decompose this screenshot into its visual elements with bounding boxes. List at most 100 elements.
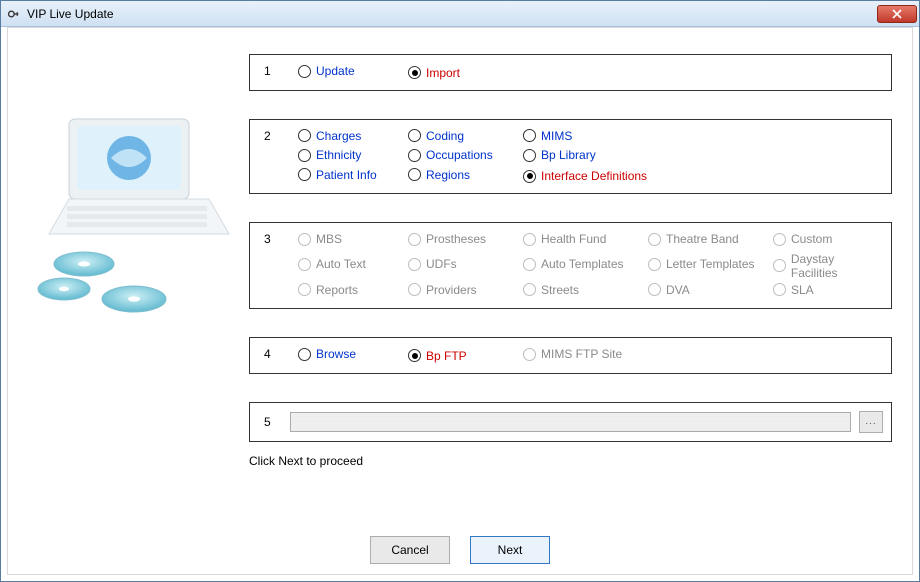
option-label: Import — [426, 66, 460, 80]
option-bp-ftp[interactable]: Bp FTP — [408, 349, 467, 363]
close-button[interactable] — [877, 5, 917, 23]
option-ethnicity[interactable]: Ethnicity — [298, 148, 361, 162]
option-dva: DVA — [648, 283, 690, 297]
radio-icon — [523, 258, 536, 271]
close-icon — [892, 9, 902, 19]
option-label: Ethnicity — [316, 148, 361, 162]
content: 1 Update Import — [8, 34, 912, 468]
window-title: VIP Live Update — [27, 7, 877, 21]
option-charges[interactable]: Charges — [298, 129, 361, 143]
option-prostheses: Prostheses — [408, 232, 486, 246]
option-mims[interactable]: MIMS — [523, 129, 572, 143]
path-input[interactable] — [290, 412, 851, 432]
step-5-panel: 5 ... — [249, 402, 892, 442]
option-import[interactable]: Import — [408, 66, 460, 80]
option-reports: Reports — [298, 283, 358, 297]
step-2-number: 2 — [264, 129, 271, 143]
option-regions[interactable]: Regions — [408, 168, 470, 182]
option-label: Reports — [316, 283, 358, 297]
option-label: Streets — [541, 283, 579, 297]
radio-icon — [408, 149, 421, 162]
footer: Cancel Next — [8, 536, 912, 564]
radio-icon — [298, 149, 311, 162]
option-label: Patient Info — [316, 168, 377, 182]
option-label: Bp Library — [541, 148, 596, 162]
option-label: MIMS FTP Site — [541, 347, 622, 361]
option-health-fund: Health Fund — [523, 232, 606, 246]
option-interface-definitions[interactable]: Interface Definitions — [523, 169, 647, 183]
radio-icon — [523, 348, 536, 361]
step-4-panel: 4 Browse Bp FTP MIMS FTP Site — [249, 337, 892, 374]
radio-icon — [773, 233, 786, 246]
option-udfs: UDFs — [408, 257, 457, 271]
radio-icon — [648, 283, 661, 296]
radio-icon — [523, 129, 536, 142]
option-label: Theatre Band — [666, 232, 739, 246]
option-bp-library[interactable]: Bp Library — [523, 148, 596, 162]
option-sla: SLA — [773, 283, 814, 297]
option-providers: Providers — [408, 283, 477, 297]
radio-icon — [408, 66, 421, 79]
radio-icon — [298, 283, 311, 296]
option-daystay-facilities: Daystay Facilities — [773, 252, 883, 280]
option-label: Update — [316, 64, 355, 78]
option-theatre-band: Theatre Band — [648, 232, 739, 246]
window: VIP Live Update — [0, 0, 920, 582]
radio-icon — [408, 129, 421, 142]
option-label: Auto Text — [316, 257, 366, 271]
step-1-panel: 1 Update Import — [249, 54, 892, 91]
radio-icon — [298, 258, 311, 271]
step-3-panel: 3 MBS Prostheses Health Fund Theatre Ban… — [249, 222, 892, 309]
option-patient-info[interactable]: Patient Info — [298, 168, 377, 182]
option-custom: Custom — [773, 232, 832, 246]
option-label: Prostheses — [426, 232, 486, 246]
option-label: Daystay Facilities — [791, 252, 883, 280]
option-label: DVA — [666, 283, 690, 297]
steps-area: 1 Update Import — [249, 54, 902, 468]
radio-icon — [408, 283, 421, 296]
step-5-number: 5 — [264, 415, 271, 429]
illustration — [18, 54, 249, 468]
radio-icon — [773, 259, 786, 272]
option-mbs: MBS — [298, 232, 342, 246]
browse-path-button[interactable]: ... — [859, 411, 883, 433]
option-label: Bp FTP — [426, 349, 467, 363]
app-icon — [7, 7, 21, 21]
radio-icon — [298, 233, 311, 246]
option-auto-templates: Auto Templates — [523, 257, 624, 271]
radio-icon — [298, 65, 311, 78]
radio-icon — [523, 170, 536, 183]
client-area: 1 Update Import — [7, 27, 913, 575]
option-occupations[interactable]: Occupations — [408, 148, 493, 162]
step-3-number: 3 — [264, 232, 271, 246]
radio-icon — [408, 168, 421, 181]
option-label: Regions — [426, 168, 470, 182]
option-update[interactable]: Update — [298, 64, 355, 78]
option-label: Coding — [426, 129, 464, 143]
option-auto-text: Auto Text — [298, 257, 366, 271]
option-label: Occupations — [426, 148, 493, 162]
option-coding[interactable]: Coding — [408, 129, 464, 143]
option-label: Custom — [791, 232, 832, 246]
option-letter-templates: Letter Templates — [648, 257, 755, 271]
next-button[interactable]: Next — [470, 536, 550, 564]
option-label: MBS — [316, 232, 342, 246]
radio-icon — [523, 283, 536, 296]
option-label: Health Fund — [541, 232, 606, 246]
option-label: Providers — [426, 283, 477, 297]
step-4-number: 4 — [264, 347, 271, 361]
cancel-button[interactable]: Cancel — [370, 536, 450, 564]
titlebar: VIP Live Update — [1, 1, 919, 27]
radio-icon — [648, 258, 661, 271]
option-label: Auto Templates — [541, 257, 624, 271]
option-browse[interactable]: Browse — [298, 347, 356, 361]
option-label: MIMS — [541, 129, 572, 143]
step-2-panel: 2 Charges Coding MIMS Ethnicity Occupati… — [249, 119, 892, 195]
radio-icon — [773, 283, 786, 296]
option-label: Letter Templates — [666, 257, 755, 271]
option-streets: Streets — [523, 283, 579, 297]
option-label: Interface Definitions — [541, 169, 647, 183]
laptop-discs-icon — [24, 114, 244, 324]
option-label: Browse — [316, 347, 356, 361]
radio-icon — [298, 129, 311, 142]
